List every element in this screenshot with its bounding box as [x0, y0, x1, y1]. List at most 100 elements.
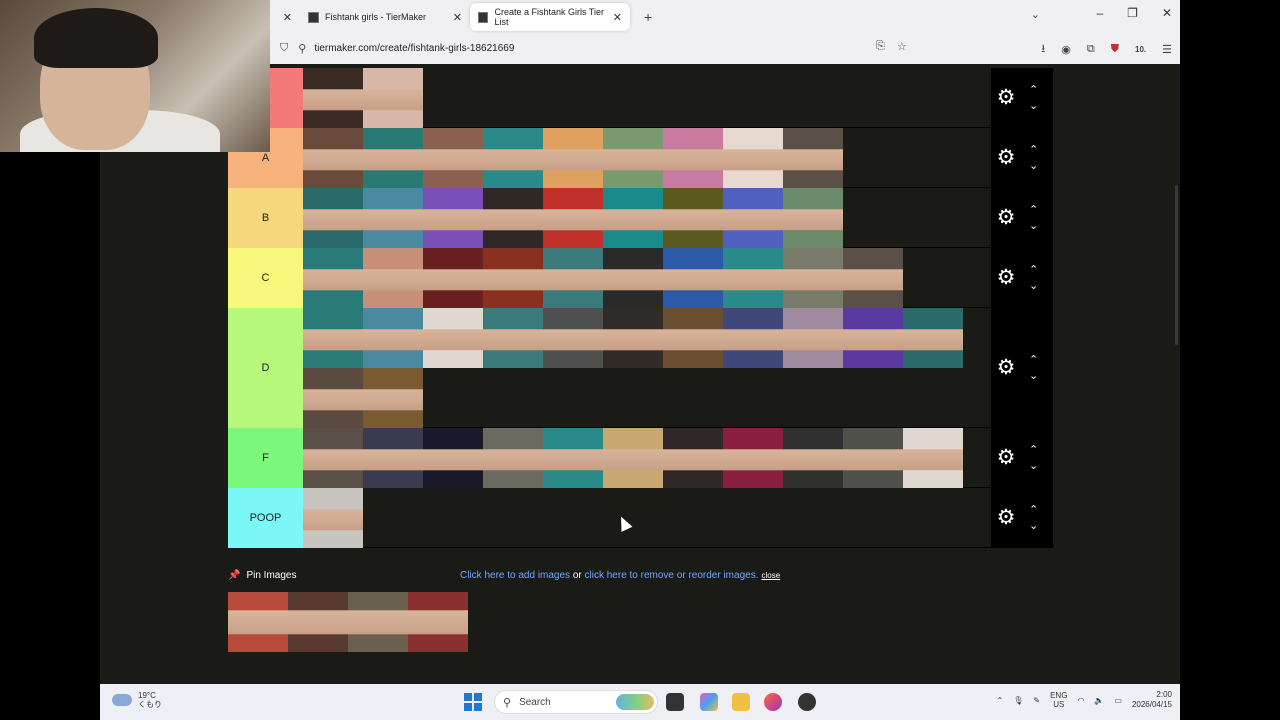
- gear-icon[interactable]: ⚙: [995, 206, 1017, 229]
- tier-image[interactable]: [603, 128, 663, 188]
- chevron-up-icon[interactable]: ⌃: [1029, 354, 1038, 365]
- tier-image[interactable]: [303, 488, 363, 548]
- tier-image[interactable]: [303, 248, 363, 308]
- new-tab-button[interactable]: +: [644, 9, 652, 25]
- tier-label[interactable]: C: [228, 248, 303, 308]
- tier-image[interactable]: [663, 308, 723, 368]
- taskbar-search[interactable]: ⚲ Search: [494, 690, 658, 714]
- close-window-icon[interactable]: ✕: [1162, 6, 1172, 20]
- gear-icon[interactable]: ⚙: [995, 266, 1017, 289]
- gear-icon[interactable]: ⚙: [995, 146, 1017, 169]
- gear-icon[interactable]: ⚙: [995, 506, 1017, 529]
- tier-image[interactable]: [423, 248, 483, 308]
- tier-image[interactable]: [543, 128, 603, 188]
- volume-icon[interactable]: 🔈: [1094, 696, 1104, 705]
- tier-image[interactable]: [423, 428, 483, 488]
- pin-images-row[interactable]: 📌 Pin Images: [228, 570, 296, 581]
- tier-image[interactable]: [843, 308, 903, 368]
- tier-image[interactable]: [543, 428, 603, 488]
- tier-image[interactable]: [663, 248, 723, 308]
- close-tab-icon[interactable]: ✕: [453, 11, 462, 24]
- tier-image[interactable]: [423, 188, 483, 248]
- extension-badge[interactable]: 10.: [1135, 45, 1146, 54]
- tier-image[interactable]: [723, 428, 783, 488]
- chevron-down-icon[interactable]: ⌄: [1029, 370, 1038, 381]
- restore-icon[interactable]: ❐: [1127, 6, 1138, 20]
- tier-image[interactable]: [303, 368, 363, 428]
- tier-image[interactable]: [363, 128, 423, 188]
- tier-image[interactable]: [903, 428, 963, 488]
- tier-label[interactable]: F: [228, 428, 303, 488]
- minimize-icon[interactable]: –: [1096, 6, 1103, 20]
- page-scrollbar[interactable]: [1175, 185, 1178, 345]
- site-info-icon[interactable]: ⚲: [298, 42, 306, 55]
- extensions-icon[interactable]: ⧉: [1087, 43, 1095, 56]
- tier-image[interactable]: [783, 308, 843, 368]
- chevron-up-icon[interactable]: ⌃: [1029, 444, 1038, 455]
- tier-image[interactable]: [663, 428, 723, 488]
- tier-image[interactable]: [543, 188, 603, 248]
- input-language[interactable]: ENG US: [1050, 691, 1067, 709]
- account-icon[interactable]: ◉: [1061, 43, 1071, 56]
- chevron-down-icon[interactable]: ⌄: [1029, 160, 1038, 171]
- pool-image[interactable]: [228, 592, 288, 652]
- chevron-down-icon[interactable]: ⌄: [1029, 220, 1038, 231]
- tier-image[interactable]: [483, 428, 543, 488]
- tier-image[interactable]: [843, 248, 903, 308]
- tab-create[interactable]: Create a Fishtank Girls Tier List ✕: [470, 3, 630, 31]
- tier-image[interactable]: [303, 428, 363, 488]
- terminal-icon[interactable]: [666, 693, 684, 711]
- shield-icon[interactable]: ⛉: [280, 42, 288, 55]
- tier-image[interactable]: [723, 248, 783, 308]
- weather-widget[interactable]: 19°C くもり: [112, 691, 162, 709]
- chevron-up-icon[interactable]: ⌃: [1029, 84, 1038, 95]
- tray-expand-icon[interactable]: ⌃: [997, 696, 1004, 705]
- url-text[interactable]: tiermaker.com/create/fishtank-girls-1862…: [314, 43, 514, 54]
- tier-image[interactable]: [603, 188, 663, 248]
- chevron-down-icon[interactable]: ⌄: [1029, 100, 1038, 111]
- windows-start-icon[interactable]: [464, 693, 482, 711]
- bookmark-star-icon[interactable]: ☆: [897, 40, 907, 53]
- tier-image[interactable]: [603, 248, 663, 308]
- chevron-up-icon[interactable]: ⌃: [1029, 144, 1038, 155]
- file-explorer-icon[interactable]: [732, 693, 750, 711]
- chevron-down-icon[interactable]: ⌄: [1029, 460, 1038, 471]
- tier-image[interactable]: [543, 248, 603, 308]
- tier-image[interactable]: [363, 368, 423, 428]
- tier-image[interactable]: [483, 128, 543, 188]
- tier-image[interactable]: [843, 428, 903, 488]
- tier-label[interactable]: POOP: [228, 488, 303, 548]
- add-images-link[interactable]: Click here to add images: [460, 570, 570, 581]
- tier-image[interactable]: [363, 308, 423, 368]
- pool-image[interactable]: [408, 592, 468, 652]
- tier-image[interactable]: [363, 248, 423, 308]
- battery-icon[interactable]: ▭: [1114, 696, 1122, 705]
- list-tabs-icon[interactable]: ⌄: [1031, 8, 1040, 21]
- gear-icon[interactable]: ⚙: [995, 446, 1017, 469]
- reader-view-icon[interactable]: ⎘: [876, 40, 885, 53]
- gear-icon[interactable]: ⚙: [995, 86, 1017, 109]
- tier-image[interactable]: [603, 308, 663, 368]
- tier-image[interactable]: [303, 188, 363, 248]
- tier-image[interactable]: [423, 308, 483, 368]
- chevron-down-icon[interactable]: ⌄: [1029, 520, 1038, 531]
- tier-image[interactable]: [603, 428, 663, 488]
- tier-image[interactable]: [783, 128, 843, 188]
- copilot-icon[interactable]: [700, 693, 718, 711]
- tier-image[interactable]: [783, 188, 843, 248]
- download-icon[interactable]: ⭳: [1041, 40, 1045, 59]
- pen-icon[interactable]: ✎: [1033, 696, 1040, 705]
- chevron-up-icon[interactable]: ⌃: [1029, 204, 1038, 215]
- obs-icon[interactable]: [798, 693, 816, 711]
- remove-reorder-link[interactable]: click here to remove or reorder images.: [585, 570, 759, 581]
- tier-image[interactable]: [903, 308, 963, 368]
- tier-image[interactable]: [663, 188, 723, 248]
- chevron-up-icon[interactable]: ⌃: [1029, 264, 1038, 275]
- gear-icon[interactable]: ⚙: [995, 356, 1017, 379]
- close-tab-icon[interactable]: ✕: [613, 11, 622, 24]
- firefox-icon[interactable]: [764, 693, 782, 711]
- tier-image[interactable]: [543, 308, 603, 368]
- tier-image[interactable]: [483, 248, 543, 308]
- tier-label[interactable]: D: [228, 308, 303, 428]
- shield-extension-icon[interactable]: ⛊: [1111, 43, 1119, 56]
